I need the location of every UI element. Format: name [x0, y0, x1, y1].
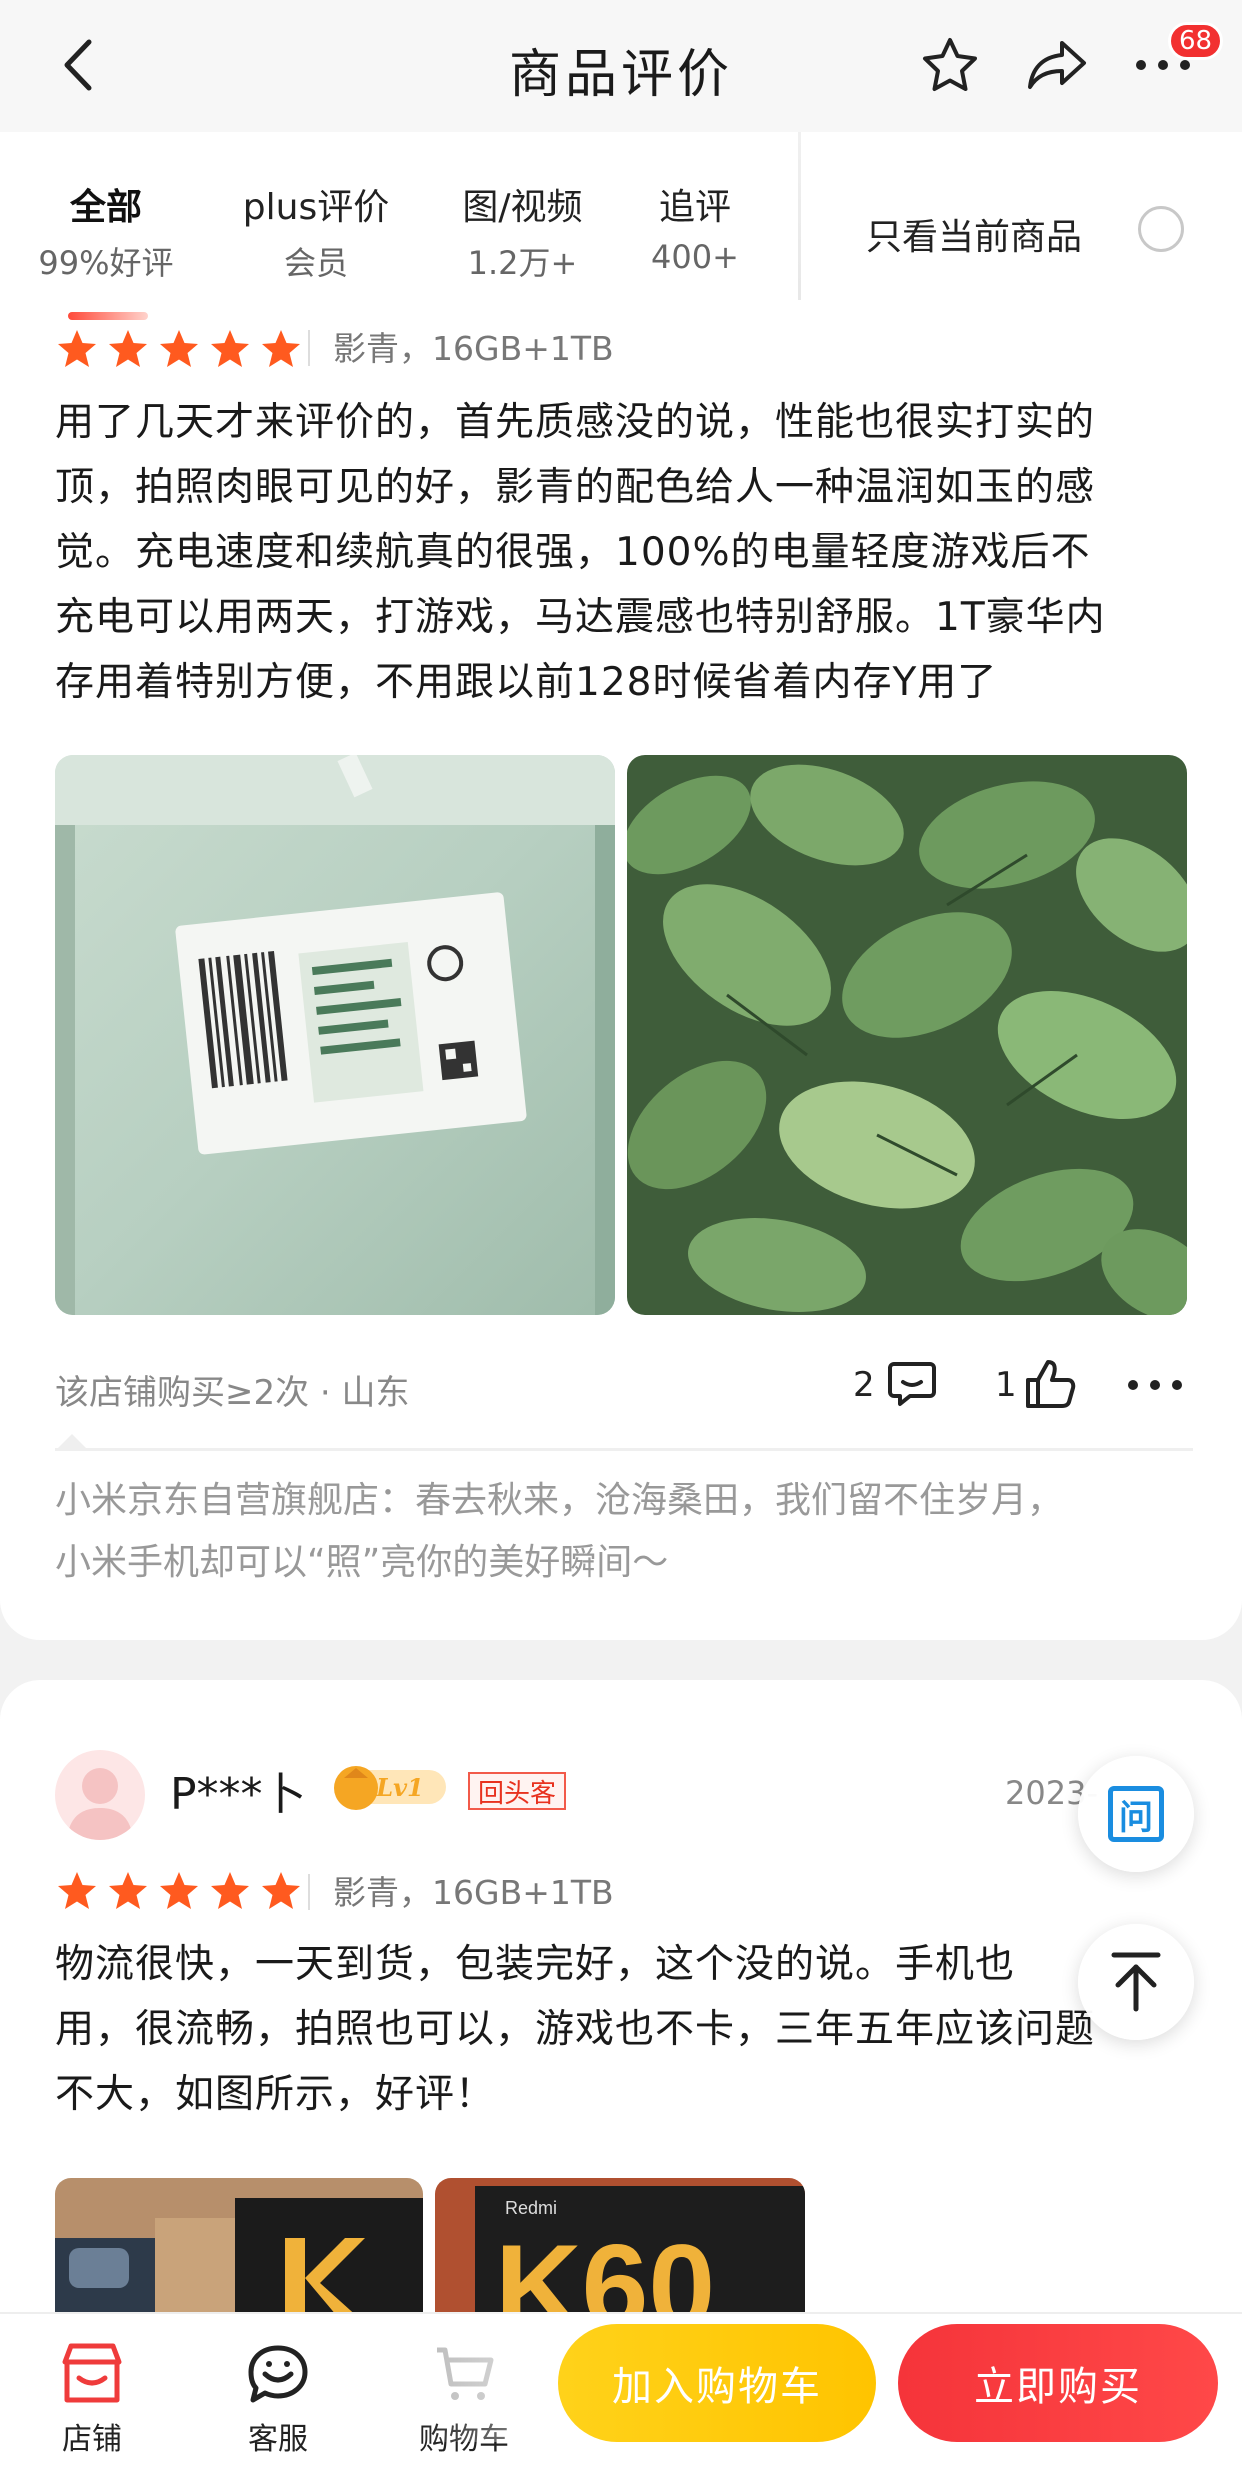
thumbs-up-icon	[1026, 1360, 1076, 1408]
level-badge-icon: Lv1	[334, 1766, 446, 1810]
reply-notch	[58, 1434, 86, 1448]
more-dots-icon	[1128, 1380, 1182, 1390]
favorite-button[interactable]	[915, 30, 985, 100]
divider	[308, 330, 310, 366]
comment-button[interactable]	[886, 1358, 938, 1410]
star-icon	[58, 1872, 96, 1909]
review-photo[interactable]	[55, 2178, 423, 2328]
back-to-top-button[interactable]	[1078, 1924, 1194, 2040]
buy-now-button[interactable]: 立即购买	[898, 2324, 1218, 2442]
star-icon	[58, 330, 96, 367]
star-icon	[109, 330, 147, 367]
store-icon	[62, 2343, 122, 2403]
variant-label: 影青，16GB+1TB	[333, 1873, 614, 1912]
leaves-photo	[627, 755, 1187, 1315]
store-reply: 小米京东自营旗舰店：春去秋来，沧海桑田，我们留不住岁月， 小米手机却可以“照”亮…	[55, 1480, 1064, 1583]
username: P***卜	[170, 1769, 307, 1820]
divider	[308, 1874, 310, 1910]
only-current-label: 只看当前商品	[866, 217, 1083, 258]
rating-stars	[55, 1870, 303, 1912]
review-more-button[interactable]	[1125, 1370, 1185, 1400]
only-current-radio[interactable]	[1138, 206, 1184, 252]
tab-all[interactable]: 全部 99%好评	[36, 178, 176, 284]
customer-service-button[interactable]: 客服	[218, 2334, 338, 2458]
star-outline-icon	[923, 38, 977, 91]
tab-plus[interactable]: plus评价 会员	[236, 178, 396, 284]
repeat-customer-tag: 回头客	[468, 1772, 567, 1810]
top-bar: 商品评价 68	[0, 0, 1242, 132]
review-photo[interactable]	[627, 755, 1187, 1315]
avatar[interactable]	[55, 1750, 145, 1840]
review-card: 影青，16GB+1TB 用了几天才来评价的，首先质感没的说，性能也很实打实的 顶…	[0, 300, 1242, 1640]
star-icon	[211, 1872, 249, 1909]
star-icon	[109, 1872, 147, 1909]
review-page: 商品评价 68 全部 99%好评 plus评价 会员 图/视频 1.2万+ 追评…	[0, 0, 1242, 2489]
level-badge: Lv1	[330, 1758, 450, 1814]
star-icon	[160, 330, 198, 367]
phone-box-photo	[55, 755, 615, 1315]
ask-question-button[interactable]: 问	[1078, 1756, 1194, 1872]
tab-followup[interactable]: 追评 400+	[640, 178, 750, 276]
arrow-up-icon	[1111, 1952, 1161, 2012]
reply-divider	[55, 1448, 1193, 1451]
variant-label: 影青，16GB+1TB	[333, 329, 614, 368]
svg-text:Lv1: Lv1	[375, 1773, 424, 1802]
add-to-cart-button[interactable]: 加入购物车	[558, 2324, 876, 2442]
purchase-meta: 该店铺购买≥2次 · 山东	[55, 1373, 410, 1413]
share-icon	[1028, 41, 1086, 89]
phone-box-photo	[55, 2178, 423, 2328]
active-tab-indicator	[68, 312, 148, 320]
star-icon	[262, 1872, 300, 1909]
chat-smile-icon	[248, 2345, 308, 2403]
review-text: 用了几天才来评价的，首先质感没的说，性能也很实打实的 顶，拍照肉眼可见的好，影青…	[55, 400, 1106, 705]
redmi-k60-box-photo: Redmi K60	[435, 2178, 805, 2328]
review-card: P***卜 Lv1 回头客 2023- 影青，16GB+1TB 物流很快，一天到…	[0, 1680, 1242, 2328]
star-icon	[211, 330, 249, 367]
like-count: 1	[995, 1365, 1017, 1405]
shop-button[interactable]: 店铺	[32, 2334, 152, 2458]
rating-stars	[55, 328, 303, 370]
tab-media[interactable]: 图/视频 1.2万+	[450, 178, 595, 284]
review-text: 物流很快，一天到货，包装完好，这个没的说。手机也 用，很流畅，拍照也可以，游戏也…	[55, 1942, 1096, 2117]
comment-icon	[888, 1362, 936, 1406]
like-button[interactable]	[1022, 1356, 1078, 1412]
review-photo[interactable]	[55, 755, 615, 1315]
comment-count: 2	[853, 1365, 875, 1405]
user-avatar-icon	[67, 1768, 133, 1840]
message-count-badge: 68	[1168, 22, 1224, 60]
svg-text:Redmi: Redmi	[505, 2198, 557, 2218]
star-icon	[262, 330, 300, 367]
review-photo[interactable]: Redmi K60	[435, 2178, 805, 2328]
more-dots-icon	[1136, 60, 1190, 70]
star-icon	[160, 1872, 198, 1909]
ask-icon: 问	[1108, 1786, 1164, 1842]
share-button[interactable]	[1022, 30, 1092, 100]
